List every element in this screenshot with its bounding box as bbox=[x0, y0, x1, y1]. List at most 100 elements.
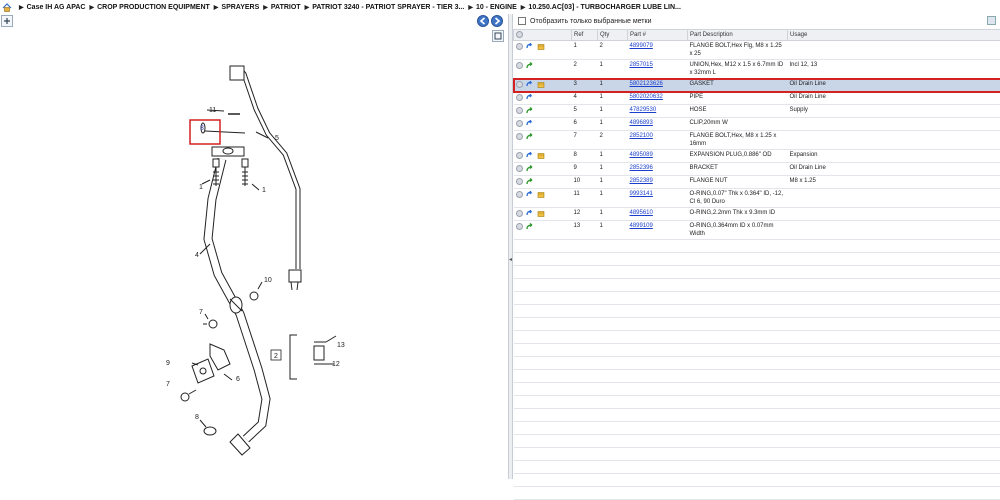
row-qty: 1 bbox=[598, 60, 628, 79]
empty-row bbox=[514, 370, 1000, 383]
row-ref: 13 bbox=[572, 221, 598, 240]
breadcrumb-item-current: ▶10.250.AC[03] - TURBOCHARGER LUBE LIN..… bbox=[517, 4, 681, 11]
select-circle-icon[interactable] bbox=[516, 223, 523, 230]
row-part-number: 5802123626 bbox=[628, 79, 688, 92]
row-qty: 1 bbox=[598, 176, 628, 189]
select-circle-icon[interactable] bbox=[516, 81, 523, 88]
table-row[interactable]: 1012852389FLANGE NUTM8 x 1.25 bbox=[514, 176, 1000, 189]
package-icon bbox=[537, 191, 545, 198]
table-row[interactable]: 415802020632PIPEOil Drain Line bbox=[514, 92, 1000, 105]
bolt-7-upper bbox=[209, 320, 217, 328]
row-qty: 1 bbox=[598, 163, 628, 176]
breadcrumb-item-brand[interactable]: ▶Case IH AG APAC bbox=[15, 4, 86, 11]
bracket-9 bbox=[192, 359, 214, 383]
row-qty: 1 bbox=[598, 118, 628, 131]
select-circle-icon[interactable] bbox=[516, 43, 523, 50]
parts-list-pane: Отобразить только выбранные метки Ref Qt… bbox=[513, 14, 1000, 479]
breadcrumb-item-series[interactable]: ▶PATRIOT bbox=[259, 4, 300, 11]
table-row[interactable]: 722852100FLANGE BOLT,Hex, M8 x 1.25 x 16… bbox=[514, 131, 1000, 150]
breadcrumb-item-section[interactable]: ▶10 - ENGINE bbox=[464, 4, 516, 11]
part-number-link[interactable]: 4895089 bbox=[630, 152, 653, 158]
row-ref: 2 bbox=[572, 60, 598, 79]
empty-row bbox=[514, 409, 1000, 422]
nut-10 bbox=[250, 292, 258, 300]
row-description: EXPANSION PLUG,0.886" OD bbox=[688, 150, 788, 163]
header-usage[interactable]: Usage bbox=[788, 30, 1000, 41]
row-usage: Expansion bbox=[788, 150, 1000, 163]
select-circle-icon[interactable] bbox=[516, 152, 523, 159]
select-circle-icon[interactable] bbox=[516, 178, 523, 185]
table-row[interactable]: 912852396BRACKETOil Drain Line bbox=[514, 163, 1000, 176]
empty-row bbox=[514, 357, 1000, 370]
part-number-link[interactable]: 2852389 bbox=[630, 178, 653, 184]
table-row[interactable]: 1314899109O-RING,0.364mm ID x 0.07mm Wid… bbox=[514, 221, 1000, 240]
table-row-selected[interactable]: 315802123626GASKETOil Drain Line bbox=[514, 79, 1000, 92]
row-part-number: 4896893 bbox=[628, 118, 688, 131]
table-row[interactable]: 1119993141O-RING,0.07" Thk x 0.364" ID, … bbox=[514, 189, 1000, 208]
select-all-header[interactable] bbox=[514, 30, 572, 41]
header-qty[interactable]: Qty bbox=[598, 30, 628, 41]
table-row[interactable]: 1214895610O-RING,2.2mm Thk x 9.3mm ID bbox=[514, 208, 1000, 221]
table-row[interactable]: 5147829530HOSESupply bbox=[514, 105, 1000, 118]
replacement-arrow-icon bbox=[526, 133, 534, 140]
breadcrumb: ▶Case IH AG APAC ▶CROP PRODUCTION EQUIPM… bbox=[0, 0, 1000, 14]
select-circle-icon[interactable] bbox=[516, 133, 523, 140]
parts-diagram: 3 11 5 1 1 4 10 7 9 6 7 8 13 12 2 bbox=[0, 14, 508, 479]
select-circle-icon[interactable] bbox=[516, 210, 523, 217]
label-13: 13 bbox=[337, 342, 345, 349]
part-number-link[interactable]: 4899079 bbox=[630, 43, 653, 49]
row-part-number: 4895089 bbox=[628, 150, 688, 163]
splitter-collapse-icon[interactable]: ◂ bbox=[509, 256, 512, 264]
hose-fitting-top bbox=[230, 66, 244, 80]
select-circle-icon[interactable] bbox=[516, 165, 523, 172]
part-number-link[interactable]: 47829530 bbox=[630, 107, 657, 113]
label-4: 4 bbox=[195, 252, 199, 259]
breadcrumb-item-type[interactable]: ▶SPRAYERS bbox=[210, 4, 260, 11]
part-number-link[interactable]: 4895610 bbox=[630, 210, 653, 216]
header-part-number[interactable]: Part # bbox=[628, 30, 688, 41]
row-icons bbox=[514, 41, 572, 60]
part-number-link[interactable]: 4896893 bbox=[630, 120, 653, 126]
show-selected-checkbox[interactable] bbox=[518, 17, 526, 25]
row-description: CLIP,20mm W bbox=[688, 118, 788, 131]
table-row[interactable]: 124899079FLANGE BOLT,Hex Flg, M8 x 1.25 … bbox=[514, 41, 1000, 60]
select-circle-icon[interactable] bbox=[516, 62, 523, 69]
row-usage: Oil Drain Line bbox=[788, 163, 1000, 176]
row-ref: 4 bbox=[572, 92, 598, 105]
label-7-upper: 7 bbox=[199, 309, 203, 316]
table-row[interactable]: 814895089EXPANSION PLUG,0.886" ODExpansi… bbox=[514, 150, 1000, 163]
breadcrumb-item-model[interactable]: ▶PATRIOT 3240 - PATRIOT SPRAYER - TIER 3… bbox=[301, 4, 465, 11]
part-number-link[interactable]: 5802020632 bbox=[630, 94, 663, 100]
home-icon[interactable] bbox=[2, 3, 12, 12]
table-row[interactable]: 212857015UNION,Hex, M12 x 1.5 x 6.7mm ID… bbox=[514, 60, 1000, 79]
row-description: O-RING,0.364mm ID x 0.07mm Width bbox=[688, 221, 788, 240]
part-number-link[interactable]: 5802123626 bbox=[630, 81, 663, 87]
select-circle-icon[interactable] bbox=[516, 107, 523, 114]
empty-row bbox=[514, 292, 1000, 305]
pane-options-icon[interactable] bbox=[987, 16, 996, 25]
row-description: PIPE bbox=[688, 92, 788, 105]
table-row[interactable]: 614896893CLIP,20mm W bbox=[514, 118, 1000, 131]
header-ref[interactable]: Ref bbox=[572, 30, 598, 41]
part-number-link[interactable]: 2857015 bbox=[630, 62, 653, 68]
select-circle-icon[interactable] bbox=[516, 94, 523, 101]
row-icons bbox=[514, 92, 572, 105]
select-circle-icon[interactable] bbox=[516, 120, 523, 127]
row-part-number: 2852389 bbox=[628, 176, 688, 189]
select-circle-icon[interactable] bbox=[516, 191, 523, 198]
row-ref: 3 bbox=[572, 79, 598, 92]
row-usage: Oil Drain Line bbox=[788, 79, 1000, 92]
row-description: HOSE bbox=[688, 105, 788, 118]
row-icons bbox=[514, 105, 572, 118]
part-number-link[interactable]: 2852100 bbox=[630, 133, 653, 139]
empty-row bbox=[514, 266, 1000, 279]
part-number-link[interactable]: 9993141 bbox=[630, 191, 653, 197]
breadcrumb-item-category[interactable]: ▶CROP PRODUCTION EQUIPMENT bbox=[86, 4, 210, 11]
row-qty: 1 bbox=[598, 79, 628, 92]
part-number-link[interactable]: 2852396 bbox=[630, 165, 653, 171]
empty-row bbox=[514, 279, 1000, 292]
part-number-link[interactable]: 4899109 bbox=[630, 223, 653, 229]
header-description[interactable]: Part Description bbox=[688, 30, 788, 41]
row-usage bbox=[788, 131, 1000, 150]
row-usage: Incl 12, 13 bbox=[788, 60, 1000, 79]
